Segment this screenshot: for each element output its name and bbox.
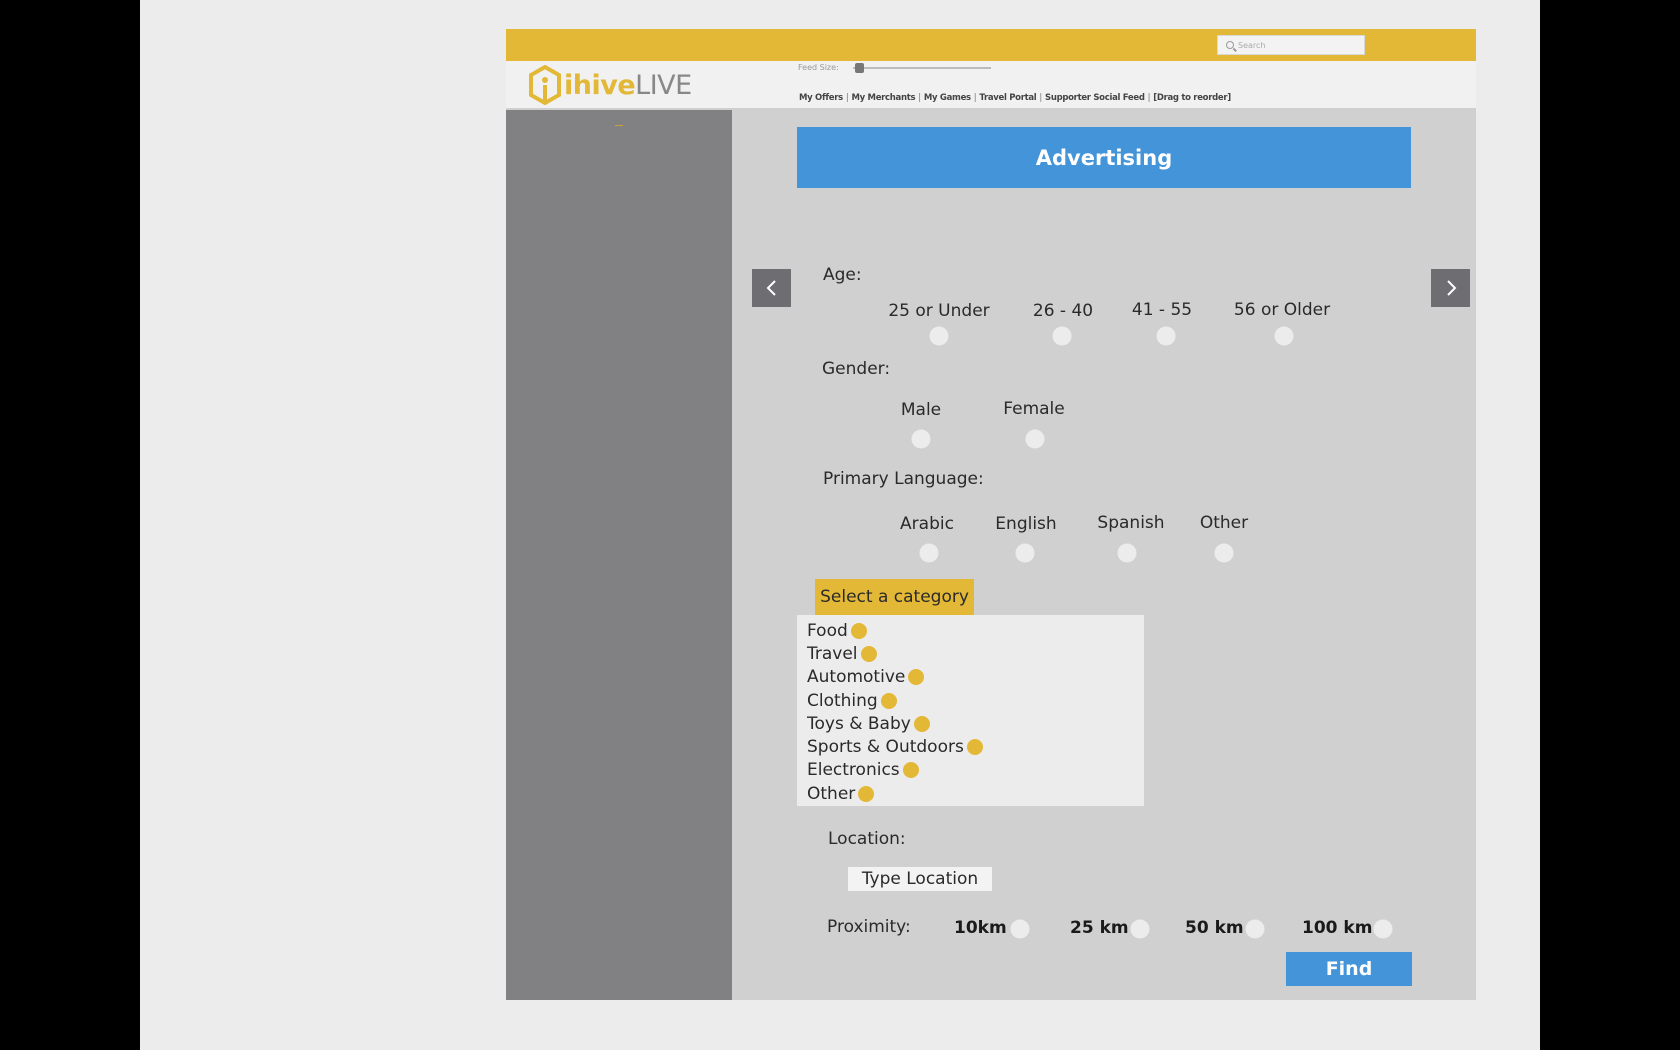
language-option-label: Arabic	[900, 514, 954, 534]
category-radio[interactable]	[902, 762, 919, 779]
primary-language-label: Primary Language:	[823, 469, 984, 489]
location-input[interactable]: Type Location	[848, 867, 992, 891]
category-item-automotive[interactable]: Automotive	[807, 666, 1144, 689]
gender-option-label: Female	[1003, 399, 1065, 419]
language-radio-other[interactable]	[1214, 543, 1234, 563]
proximity-option-label: 25 km	[1070, 918, 1129, 938]
age-option-label: 41 - 55	[1131, 300, 1193, 320]
next-button[interactable]	[1431, 269, 1470, 307]
sidebar-divider	[615, 125, 623, 126]
category-item-food[interactable]: Food	[807, 619, 1144, 642]
feed-size-label: Feed Size:	[798, 63, 839, 72]
find-button-label: Find	[1325, 958, 1373, 980]
proximity-radio-100km[interactable]	[1373, 919, 1393, 939]
nav-link-my-offers[interactable]: My Offers	[799, 93, 843, 103]
select-category-label: Select a category	[820, 587, 969, 607]
search-icon	[1226, 41, 1234, 49]
category-list: Food Travel Automotive Clothing Toys & B…	[797, 615, 1144, 806]
language-radio-arabic[interactable]	[919, 543, 939, 563]
top-bar: Search	[506, 29, 1476, 61]
chevron-left-icon	[766, 280, 776, 296]
proximity-radio-25km[interactable]	[1130, 919, 1150, 939]
logo[interactable]: ihiveLIVE	[528, 65, 692, 105]
gender-radio-male[interactable]	[911, 429, 931, 449]
search-input[interactable]: Search	[1217, 35, 1365, 55]
nav-link-my-merchants[interactable]: My Merchants	[851, 93, 915, 103]
sidebar	[506, 110, 732, 1000]
category-item-electronics[interactable]: Electronics	[807, 759, 1144, 782]
age-option-label: 26 - 40	[1032, 301, 1094, 321]
age-option-label: 25 or Under	[888, 301, 990, 321]
language-option-label: Spanish	[1097, 513, 1165, 533]
category-radio[interactable]	[880, 692, 897, 709]
location-label: Location:	[828, 829, 906, 849]
gender-radio-female[interactable]	[1025, 429, 1045, 449]
chevron-right-icon	[1446, 280, 1456, 296]
nav-link-my-games[interactable]: My Games	[924, 93, 971, 103]
language-option-label: Other	[1199, 513, 1249, 533]
screen-background: Search ihiveLIVE Feed Size: My Offers | …	[140, 0, 1540, 1050]
logo-text-secondary: LIVE	[635, 69, 692, 101]
category-radio[interactable]	[860, 645, 877, 662]
logo-text-primary: ihive	[564, 69, 636, 101]
app-window: Search ihiveLIVE Feed Size: My Offers | …	[506, 29, 1476, 1000]
proximity-radio-10km[interactable]	[1010, 919, 1030, 939]
feed-size-slider-thumb[interactable]	[854, 62, 864, 73]
nav-link-travel-portal[interactable]: Travel Portal	[979, 93, 1036, 103]
hive-logo-icon	[529, 65, 561, 105]
category-radio[interactable]	[858, 785, 875, 802]
category-item-sports-outdoors[interactable]: Sports & Outdoors	[807, 735, 1144, 758]
age-label: Age:	[823, 265, 862, 285]
advertising-banner: Advertising	[797, 127, 1411, 188]
category-radio[interactable]	[850, 622, 867, 639]
category-radio[interactable]	[908, 669, 925, 686]
category-radio[interactable]	[913, 715, 930, 732]
gender-option-label: Male	[900, 400, 942, 420]
select-category-button[interactable]: Select a category	[815, 579, 974, 615]
proximity-option-label: 10km	[954, 918, 1007, 938]
feed-size-control: Feed Size:	[798, 62, 991, 73]
header-bar: ihiveLIVE Feed Size: My Offers | My Mercha…	[506, 61, 1476, 110]
language-radio-english[interactable]	[1015, 543, 1035, 563]
category-radio[interactable]	[966, 739, 983, 756]
nav-link-supporter-social-feed[interactable]: Supporter Social Feed	[1045, 93, 1145, 103]
proximity-option-label: 100 km	[1302, 918, 1373, 938]
proximity-radio-50km[interactable]	[1245, 919, 1265, 939]
category-item-travel[interactable]: Travel	[807, 642, 1144, 665]
category-item-clothing[interactable]: Clothing	[807, 689, 1144, 712]
location-placeholder: Type Location	[861, 869, 979, 889]
age-option-label: 56 or Older	[1233, 300, 1331, 320]
proximity-option-label: 50 km	[1185, 918, 1244, 938]
feed-size-slider[interactable]	[852, 62, 991, 73]
age-radio-41-55[interactable]	[1156, 326, 1176, 346]
language-radio-spanish[interactable]	[1117, 543, 1137, 563]
age-radio-26-40[interactable]	[1052, 326, 1072, 346]
age-radio-56-or-older[interactable]	[1274, 326, 1294, 346]
category-item-other[interactable]: Other	[807, 782, 1144, 805]
top-nav: My Offers | My Merchants | My Games | Travel P…	[799, 93, 1231, 103]
proximity-label: Proximity:	[827, 917, 911, 937]
age-radio-25-or-under[interactable]	[929, 326, 949, 346]
search-placeholder: Search	[1238, 40, 1266, 50]
find-button[interactable]: Find	[1286, 952, 1412, 986]
language-option-label: English	[995, 514, 1057, 534]
previous-button[interactable]	[752, 269, 791, 307]
category-item-toys-baby[interactable]: Toys & Baby	[807, 712, 1144, 735]
nav-drag-to-reorder[interactable]: [Drag to reorder]	[1153, 93, 1231, 103]
page-title: Advertising	[1035, 145, 1173, 170]
gender-label: Gender:	[822, 359, 891, 379]
